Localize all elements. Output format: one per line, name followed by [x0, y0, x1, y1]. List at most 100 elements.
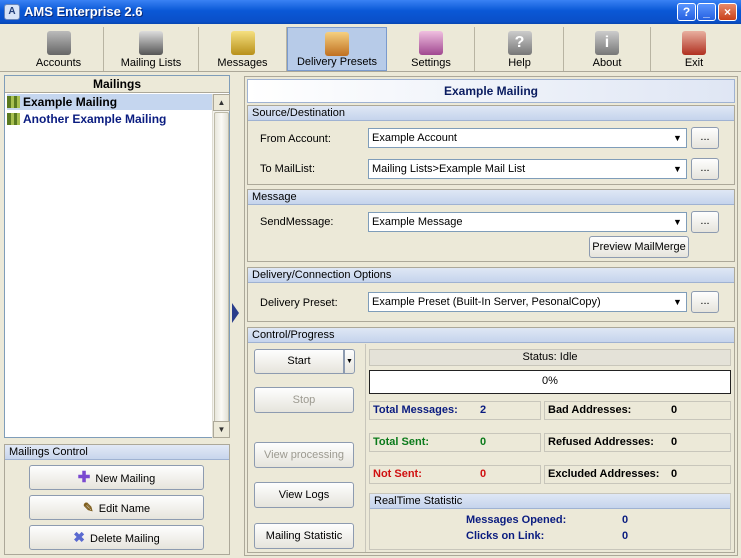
to-maillist-browse-button[interactable]: ...	[691, 158, 719, 180]
send-message-label: SendMessage:	[260, 216, 334, 228]
not-sent-value: 0	[480, 468, 487, 480]
view-logs-button[interactable]: View Logs	[254, 482, 354, 508]
delivery-preset-select[interactable]: Example Preset (Built-In Server, Pesonal…	[368, 292, 687, 312]
new-mailing-button[interactable]: ✚ New Mailing	[29, 465, 204, 490]
scroll-up-icon[interactable]: ▲	[213, 94, 230, 111]
messages-icon	[230, 31, 255, 55]
delete-mailing-button[interactable]: ✖ Delete Mailing	[29, 525, 204, 550]
mailing-item-label: Example Mailing	[23, 95, 118, 109]
title-bar: A AMS Enterprise 2.6 ? _ ×	[0, 0, 741, 24]
send-message-select[interactable]: Example Message ▼	[368, 212, 687, 232]
mailings-control-panel: Mailings Control ✚ New Mailing ✎ Edit Name…	[4, 444, 230, 555]
bad-addresses-row: Bad Addresses: 0	[544, 401, 731, 420]
excluded-addresses-row: Excluded Addresses: 0	[544, 465, 731, 484]
control-progress-section: Control/Progress Start ▼ Stop View proce…	[247, 327, 735, 553]
clicks-on-link-value: 0	[622, 530, 629, 542]
delivery-presets-icon	[325, 32, 349, 56]
mailings-scrollbar[interactable]: ▲ ▼	[212, 94, 230, 438]
to-maillist-value: Mailing Lists>Example Mail List	[372, 163, 526, 175]
refused-addresses-value: 0	[671, 436, 678, 448]
toolbar-exit[interactable]: Exit	[651, 27, 737, 71]
from-account-label: From Account:	[260, 133, 331, 145]
exit-icon	[682, 31, 706, 55]
close-button[interactable]: ×	[718, 3, 737, 21]
toolbar-help[interactable]: ? Help	[476, 27, 564, 71]
toolbar-about-label: About	[592, 57, 622, 69]
chevron-down-icon[interactable]: ▼	[671, 215, 684, 229]
minimize-button[interactable]: _	[697, 3, 716, 21]
mailings-control-header: Mailings Control	[5, 445, 229, 460]
scroll-down-icon[interactable]: ▼	[213, 421, 230, 438]
about-icon: i	[595, 31, 619, 55]
delivery-preset-browse-button[interactable]: ...	[691, 291, 719, 313]
not-sent-row: Not Sent: 0	[369, 465, 541, 484]
left-panel: Mailings Example Mailing Another Example…	[4, 75, 230, 556]
toolbar-delivery-presets-label: Delivery Presets	[296, 56, 378, 68]
source-destination-header: Source/Destination	[248, 106, 734, 121]
scrollbar-thumb[interactable]	[214, 112, 229, 424]
toolbar-mailing-lists[interactable]: Mailing Lists	[104, 27, 199, 71]
help-window-button[interactable]: ?	[677, 3, 696, 21]
app-icon[interactable]: A	[4, 4, 20, 20]
delivery-options-header: Delivery/Connection Options	[248, 268, 734, 283]
mailings-list: Mailings Example Mailing Another Example…	[4, 75, 230, 438]
total-messages-row: Total Messages: 2	[369, 401, 541, 420]
delivery-options-section: Delivery/Connection Options Delivery Pre…	[247, 267, 735, 322]
total-sent-value: 0	[480, 436, 487, 448]
clicks-on-link-label: Clicks on Link:	[466, 530, 545, 542]
send-message-browse-button[interactable]: ...	[691, 211, 719, 233]
edit-name-label: Edit Name	[98, 503, 151, 515]
preview-mailmerge-button[interactable]: Preview MailMerge	[589, 236, 689, 258]
start-button[interactable]: Start	[254, 349, 344, 374]
chevron-down-icon[interactable]: ▼	[671, 131, 684, 145]
total-messages-value: 2	[480, 404, 487, 416]
panel-splitter[interactable]	[231, 75, 243, 556]
window-title: AMS Enterprise 2.6	[24, 4, 143, 19]
edit-name-button[interactable]: ✎ Edit Name	[29, 495, 204, 520]
plus-icon: ✚	[77, 469, 91, 486]
messages-opened-label: Messages Opened:	[466, 514, 567, 526]
to-maillist-select[interactable]: Mailing Lists>Example Mail List ▼	[368, 159, 687, 179]
chevron-down-icon[interactable]: ▼	[671, 162, 684, 176]
mailing-lists-icon	[139, 31, 163, 55]
from-account-value: Example Account	[372, 132, 457, 144]
toolbar-accounts[interactable]: Accounts	[14, 27, 104, 71]
settings-icon	[419, 31, 443, 55]
stop-button[interactable]: Stop	[254, 387, 354, 413]
status-label: Status: Idle	[369, 349, 731, 366]
total-sent-label: Total Sent:	[373, 436, 430, 448]
delete-icon: ✖	[73, 529, 86, 545]
toolbar-messages-label: Messages	[217, 57, 268, 69]
bad-addresses-value: 0	[671, 404, 678, 416]
edit-icon: ✎	[82, 500, 94, 515]
progress-bar: 0%	[369, 370, 731, 394]
collapse-arrow-icon[interactable]	[232, 303, 239, 323]
message-header: Message	[248, 190, 734, 205]
mailing-statistic-button[interactable]: Mailing Statistic	[254, 523, 354, 549]
excluded-addresses-label: Excluded Addresses:	[548, 468, 660, 480]
delete-mailing-label: Delete Mailing	[90, 533, 160, 545]
mailings-header: Mailings	[5, 76, 229, 93]
toolbar-messages[interactable]: Messages	[199, 27, 287, 71]
mailing-item[interactable]: Example Mailing	[7, 94, 212, 110]
toolbar-settings-label: Settings	[411, 57, 451, 69]
control-progress-header: Control/Progress	[248, 328, 734, 343]
toolbar-exit-label: Exit	[684, 57, 704, 69]
chevron-down-icon[interactable]: ▼	[671, 295, 684, 309]
delivery-preset-value: Example Preset (Built-In Server, Pesonal…	[372, 296, 601, 308]
toolbar-mailing-lists-label: Mailing Lists	[120, 57, 182, 69]
from-account-select[interactable]: Example Account ▼	[368, 128, 687, 148]
mailing-item[interactable]: Another Example Mailing	[7, 111, 212, 127]
progress-text: 0%	[542, 375, 558, 387]
to-maillist-label: To MailList:	[260, 163, 316, 175]
view-processing-button[interactable]: View processing	[254, 442, 354, 468]
toolbar-settings[interactable]: Settings	[388, 27, 475, 71]
realtime-statistic-box: RealTime Statistic Messages Opened: 0 Cl…	[369, 493, 731, 550]
toolbar-about[interactable]: i About	[564, 27, 651, 71]
delivery-preset-label: Delivery Preset:	[260, 297, 338, 309]
toolbar: Accounts Mailing Lists Messages Delivery…	[0, 24, 741, 72]
start-dropdown-icon[interactable]: ▼	[344, 349, 355, 374]
mailing-item-label: Another Example Mailing	[23, 112, 167, 126]
from-account-browse-button[interactable]: ...	[691, 127, 719, 149]
toolbar-delivery-presets[interactable]: Delivery Presets	[287, 27, 387, 71]
